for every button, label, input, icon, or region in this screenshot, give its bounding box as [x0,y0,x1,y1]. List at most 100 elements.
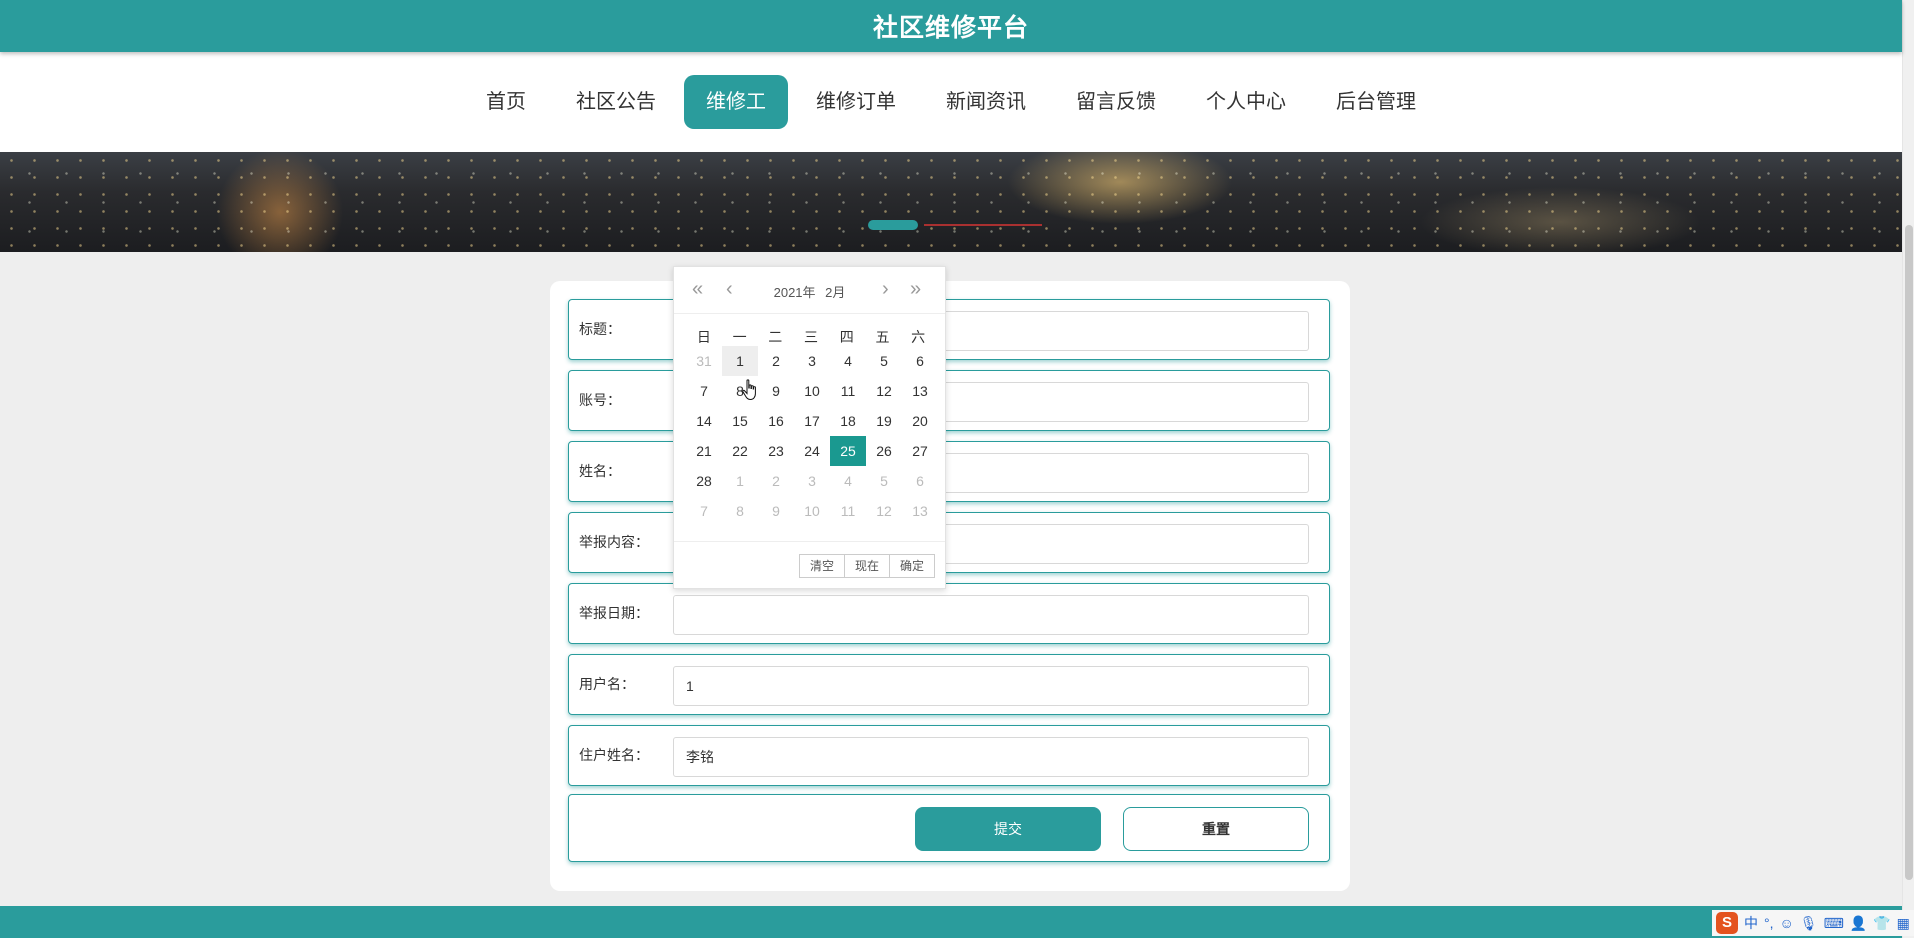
day-cell[interactable]: 11 [830,496,866,526]
submit-button[interactable]: 提交 [915,807,1101,851]
day-cell[interactable]: 7 [686,376,722,406]
nav-admin[interactable]: 后台管理 [1314,75,1438,129]
site-title: 社区维修平台 [872,14,1029,42]
day-cell[interactable]: 6 [902,346,938,376]
day-cell[interactable]: 2 [758,466,794,496]
day-cell[interactable]: 22 [722,436,758,466]
day-cell[interactable]: 12 [866,496,902,526]
nav-community-notice[interactable]: 社区公告 [554,75,678,129]
day-cell[interactable]: 18 [830,406,866,436]
field-label: 姓名： [579,463,621,479]
clear-date-button[interactable]: 清空 [798,554,845,578]
ime-user-icon[interactable]: 👤 [1850,915,1867,932]
day-cell[interactable]: 21 [686,436,722,466]
banner-city-image [0,152,1902,252]
weekday-label: 二 [768,329,783,345]
field-label: 举报内容： [579,534,649,550]
form-actions: 提交 重置 [568,794,1330,862]
nav-news[interactable]: 新闻资讯 [924,75,1048,129]
hand-cursor-icon [742,379,756,401]
ime-chinese-mode[interactable]: 中 [1744,913,1758,933]
main-nav: 首页 社区公告 维修工 维修订单 新闻资讯 留言反馈 个人中心 后台管理 [0,52,1902,152]
year-month-label: 2021年 2月 [674,282,945,301]
site-footer [0,906,1902,938]
day-cell[interactable]: 26 [866,436,902,466]
day-cell[interactable]: 23 [758,436,794,466]
day-cell[interactable]: 6 [902,466,938,496]
day-cell[interactable]: 1 [722,466,758,496]
nav-personal-center[interactable]: 个人中心 [1184,75,1308,129]
day-cell[interactable]: 13 [902,376,938,406]
field-label: 用户名： [579,676,635,692]
day-cell[interactable]: 24 [794,436,830,466]
scrollbar-thumb[interactable] [1905,225,1913,880]
vertical-scrollbar[interactable] [1902,0,1914,938]
day-cell[interactable]: 4 [830,346,866,376]
ime-skin-icon[interactable]: 👕 [1873,915,1890,932]
field-label: 举报日期： [579,605,649,621]
weekday-label: 日 [696,329,711,345]
ime-keyboard-icon[interactable]: ⌨ [1824,915,1844,932]
day-cell[interactable]: 20 [902,406,938,436]
day-grid: 31 1 2 3 4 5 6 7 8 9 10 11 12 13 14 15 16 17 18 19 20 21 22 23 2… [686,346,936,526]
day-cell[interactable]: 9 [758,376,794,406]
nav-repair-orders[interactable]: 维修订单 [794,75,918,129]
field-label: 标题： [579,321,621,337]
day-cell[interactable]: 19 [866,406,902,436]
now-date-button[interactable]: 现在 [843,554,890,578]
day-cell[interactable]: 2 [758,346,794,376]
ime-punctuation-icon[interactable]: °, [1764,915,1774,931]
year-select[interactable]: 2021年 [774,285,816,300]
day-cell[interactable]: 31 [686,346,722,376]
day-cell[interactable]: 12 [866,376,902,406]
ime-toolbar: S 中 °, ☺ 🎙 ⌨ 👤 👕 ▦ [1712,910,1914,936]
day-cell[interactable]: 15 [722,406,758,436]
day-cell[interactable]: 8 [722,496,758,526]
month-select[interactable]: 2月 [825,285,845,300]
hero-banner [0,152,1902,252]
banner-dot-active[interactable] [868,220,918,230]
day-cell[interactable]: 11 [830,376,866,406]
banner-dot-line[interactable] [924,224,1042,226]
field-label: 住户姓名： [579,747,649,763]
weekday-header: 日一二三四五六 [686,327,936,347]
report-date-input[interactable] [673,595,1309,635]
date-picker-header: « ‹ 2021年 2月 › » [674,267,945,314]
day-cell[interactable]: 10 [794,496,830,526]
ime-grid-icon[interactable]: ▦ [1897,915,1910,932]
next-year-icon[interactable]: » [910,279,921,299]
day-cell[interactable]: 27 [902,436,938,466]
resident-name-input[interactable]: 李铭 [673,737,1309,777]
day-cell[interactable]: 5 [866,466,902,496]
next-month-icon[interactable]: › [882,279,889,299]
weekday-label: 四 [839,329,854,345]
nav-feedback[interactable]: 留言反馈 [1054,75,1178,129]
nav-repairman[interactable]: 维修工 [684,75,788,129]
date-picker-popup: « ‹ 2021年 2月 › » 日一二三四五六 31 1 2 3 4 5 6 7 8 9 10 11… [673,266,946,589]
username-input[interactable]: 1 [673,666,1309,706]
day-cell[interactable]: 13 [902,496,938,526]
day-cell[interactable]: 10 [794,376,830,406]
sogou-logo-icon[interactable]: S [1716,912,1738,934]
day-cell[interactable]: 16 [758,406,794,436]
weekday-label: 一 [732,329,747,345]
day-cell[interactable]: 3 [794,466,830,496]
day-cell-selected[interactable]: 25 [830,436,866,466]
site-header: 社区维修平台 [0,0,1902,52]
ime-mic-icon[interactable]: 🎙 [1800,915,1818,932]
reset-button[interactable]: 重置 [1123,807,1309,851]
confirm-date-button[interactable]: 确定 [888,554,935,578]
day-cell[interactable]: 7 [686,496,722,526]
day-cell[interactable]: 28 [686,466,722,496]
ime-emoji-icon[interactable]: ☺ [1780,915,1794,931]
nav-home[interactable]: 首页 [464,75,548,129]
day-cell[interactable]: 17 [794,406,830,436]
day-cell[interactable]: 4 [830,466,866,496]
day-cell[interactable]: 3 [794,346,830,376]
weekday-label: 五 [875,329,890,345]
day-cell[interactable]: 1 [722,346,758,376]
day-cell[interactable]: 5 [866,346,902,376]
field-label: 账号： [579,392,621,408]
day-cell[interactable]: 14 [686,406,722,436]
day-cell[interactable]: 9 [758,496,794,526]
